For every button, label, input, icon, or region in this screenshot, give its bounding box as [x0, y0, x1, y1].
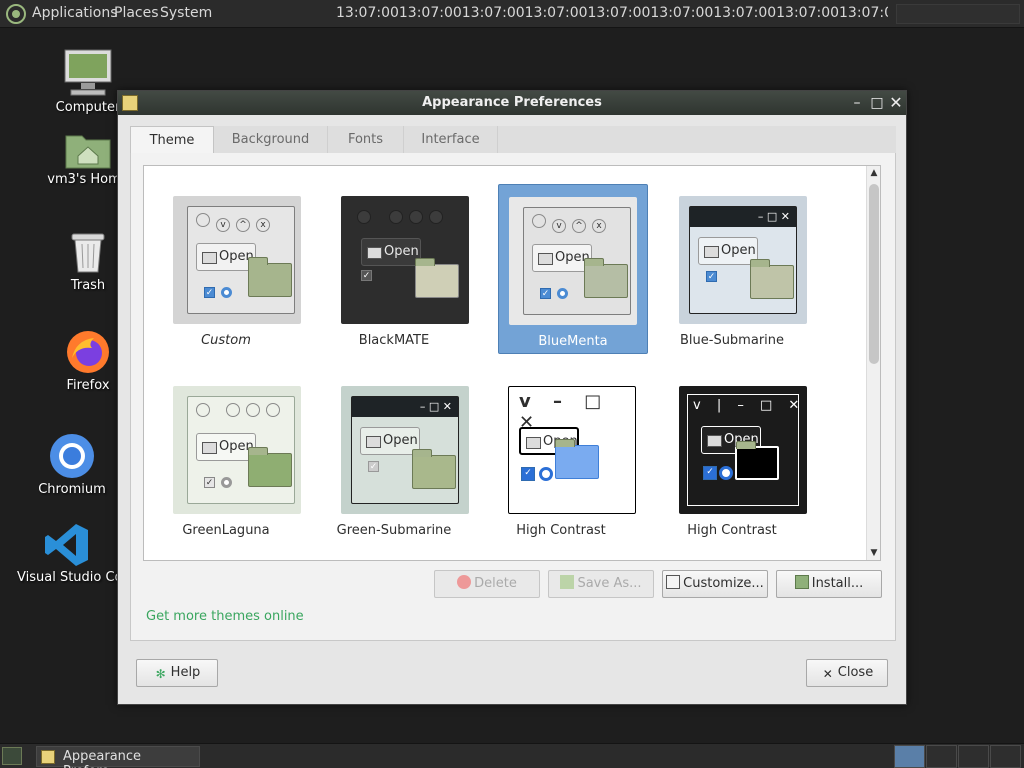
- theme-name: High Contrast: [687, 523, 777, 538]
- close-icon: ✕: [822, 667, 833, 681]
- theme-preview: – □ ✕ Open ✓: [679, 196, 807, 324]
- taskbar-item-appearance[interactable]: Appearance Prefere...: [36, 746, 200, 768]
- save-as-button-label: Save As...: [577, 576, 642, 591]
- mate-logo-icon[interactable]: [6, 4, 26, 24]
- system-menu[interactable]: System: [160, 5, 212, 21]
- scrollbar-thumb[interactable]: [869, 184, 879, 364]
- theme-preview: v | – □ ✕ Open ✓: [679, 386, 807, 514]
- desktop-icon-label: Visual Studio Code: [17, 570, 117, 585]
- theme-name: Custom: [201, 333, 251, 348]
- clock[interactable]: 13:07:0013:07:0013:07:0013:07:0013:07:00…: [336, 5, 888, 21]
- theme-preview: – □ ✕ Open ✓: [341, 386, 469, 514]
- top-panel: Applications Places System 13:07:0013:07…: [0, 0, 1024, 28]
- desktop-icon-vscode[interactable]: Visual Studio Code: [17, 522, 117, 585]
- workspace-switcher: [894, 745, 1021, 768]
- window-titlebar[interactable]: Appearance Preferences – □ ✕: [118, 91, 906, 115]
- desktop-icon-label: Chromium: [38, 482, 106, 497]
- edit-icon: [666, 575, 681, 589]
- scroll-up-icon[interactable]: ▲: [867, 166, 880, 180]
- help-icon: ✻: [155, 667, 166, 681]
- help-button-label: Help: [170, 665, 201, 680]
- theme-preview: v ^ x Open ✓: [509, 197, 637, 325]
- firefox-icon: [67, 331, 109, 373]
- show-desktop-icon[interactable]: [2, 747, 22, 765]
- places-menu[interactable]: Places: [114, 5, 159, 21]
- tab-interface[interactable]: Interface: [404, 126, 498, 154]
- theme-tile-blackmate[interactable]: Open ✓ BlackMATE: [319, 184, 469, 354]
- tab-theme[interactable]: Theme: [130, 126, 214, 155]
- theme-name: High Contrast: [516, 523, 606, 538]
- theme-list[interactable]: v ^ x Open ✓ Custom Open ✓ BlackMATE v ^ x: [143, 165, 881, 561]
- theme-preview: v – □ ✕ Open ✓: [508, 386, 636, 514]
- get-more-themes-link[interactable]: Get more themes online: [146, 609, 304, 624]
- trash-icon: [71, 233, 105, 273]
- theme-preview: Open ✓: [341, 196, 469, 324]
- theme-tile-high-contrast-inverse[interactable]: v | – □ ✕ Open ✓ High Contrast: [657, 374, 807, 544]
- theme-list-scrollbar[interactable]: ▲ ▼: [866, 166, 880, 560]
- theme-tile-bluementa[interactable]: v ^ x Open ✓ BlueMenta: [498, 184, 648, 354]
- window-title: Appearance Preferences: [422, 95, 602, 110]
- theme-preview: v ^ x Open ✓: [173, 196, 301, 324]
- chromium-icon: [50, 434, 94, 478]
- theme-name: Blue-Submarine: [679, 333, 785, 348]
- theme-tile-blue-submarine[interactable]: – □ ✕ Open ✓ Blue-Submarine: [657, 184, 807, 354]
- close-button[interactable]: ✕ Close: [806, 659, 888, 687]
- theme-tile-custom[interactable]: v ^ x Open ✓ Custom: [151, 184, 301, 354]
- customize-button[interactable]: Customize...: [662, 570, 768, 598]
- theme-name: Green-Submarine: [336, 523, 452, 538]
- delete-icon: [457, 575, 472, 589]
- install-button-label: Install...: [811, 576, 864, 591]
- home-folder-icon: [65, 135, 111, 169]
- applications-menu[interactable]: Applications: [32, 5, 118, 21]
- close-window-button[interactable]: ✕: [888, 95, 904, 111]
- maximize-button[interactable]: □: [869, 95, 885, 111]
- workspace-4[interactable]: [990, 745, 1021, 768]
- install-icon: [794, 575, 809, 589]
- delete-button[interactable]: Delete: [434, 570, 540, 598]
- taskbar-item-label: Appearance Prefere...: [63, 749, 142, 768]
- install-button[interactable]: Install...: [776, 570, 882, 598]
- help-button[interactable]: ✻ Help: [136, 659, 218, 687]
- customize-button-label: Customize...: [683, 576, 764, 591]
- scroll-down-icon[interactable]: ▼: [867, 546, 880, 560]
- tab-bar: Theme Background Fonts Interface: [130, 126, 896, 155]
- theme-tile-greenlaguna[interactable]: Open ✓ GreenLaguna: [151, 374, 301, 544]
- theme-name: BlueMenta: [538, 334, 608, 349]
- computer-icon: [64, 49, 112, 96]
- panel-tray: [896, 4, 1020, 24]
- vscode-icon: [45, 524, 88, 566]
- tab-fonts[interactable]: Fonts: [328, 126, 404, 154]
- tab-background[interactable]: Background: [214, 126, 328, 154]
- close-button-label: Close: [837, 665, 874, 680]
- workspace-2[interactable]: [926, 745, 957, 768]
- save-icon: [560, 575, 575, 589]
- theme-tile-high-contrast[interactable]: v – □ ✕ Open ✓ High Contrast: [486, 374, 636, 544]
- workspace-1[interactable]: [894, 745, 925, 768]
- theme-tile-green-submarine[interactable]: – □ ✕ Open ✓ Green-Submarine: [319, 374, 469, 544]
- save-as-button[interactable]: Save As...: [548, 570, 654, 598]
- appearance-preferences-window: Appearance Preferences – □ ✕ Theme Backg…: [117, 90, 907, 705]
- desktop-icon-chromium[interactable]: Chromium: [17, 432, 127, 497]
- delete-button-label: Delete: [474, 576, 517, 591]
- bottom-panel: Appearance Prefere...: [0, 743, 1024, 768]
- theme-name: BlackMATE: [358, 333, 430, 348]
- theme-preview: Open ✓: [173, 386, 301, 514]
- minimize-button[interactable]: –: [849, 95, 865, 111]
- theme-name: GreenLaguna: [182, 523, 270, 538]
- appearance-app-icon: [41, 750, 55, 764]
- workspace-3[interactable]: [958, 745, 989, 768]
